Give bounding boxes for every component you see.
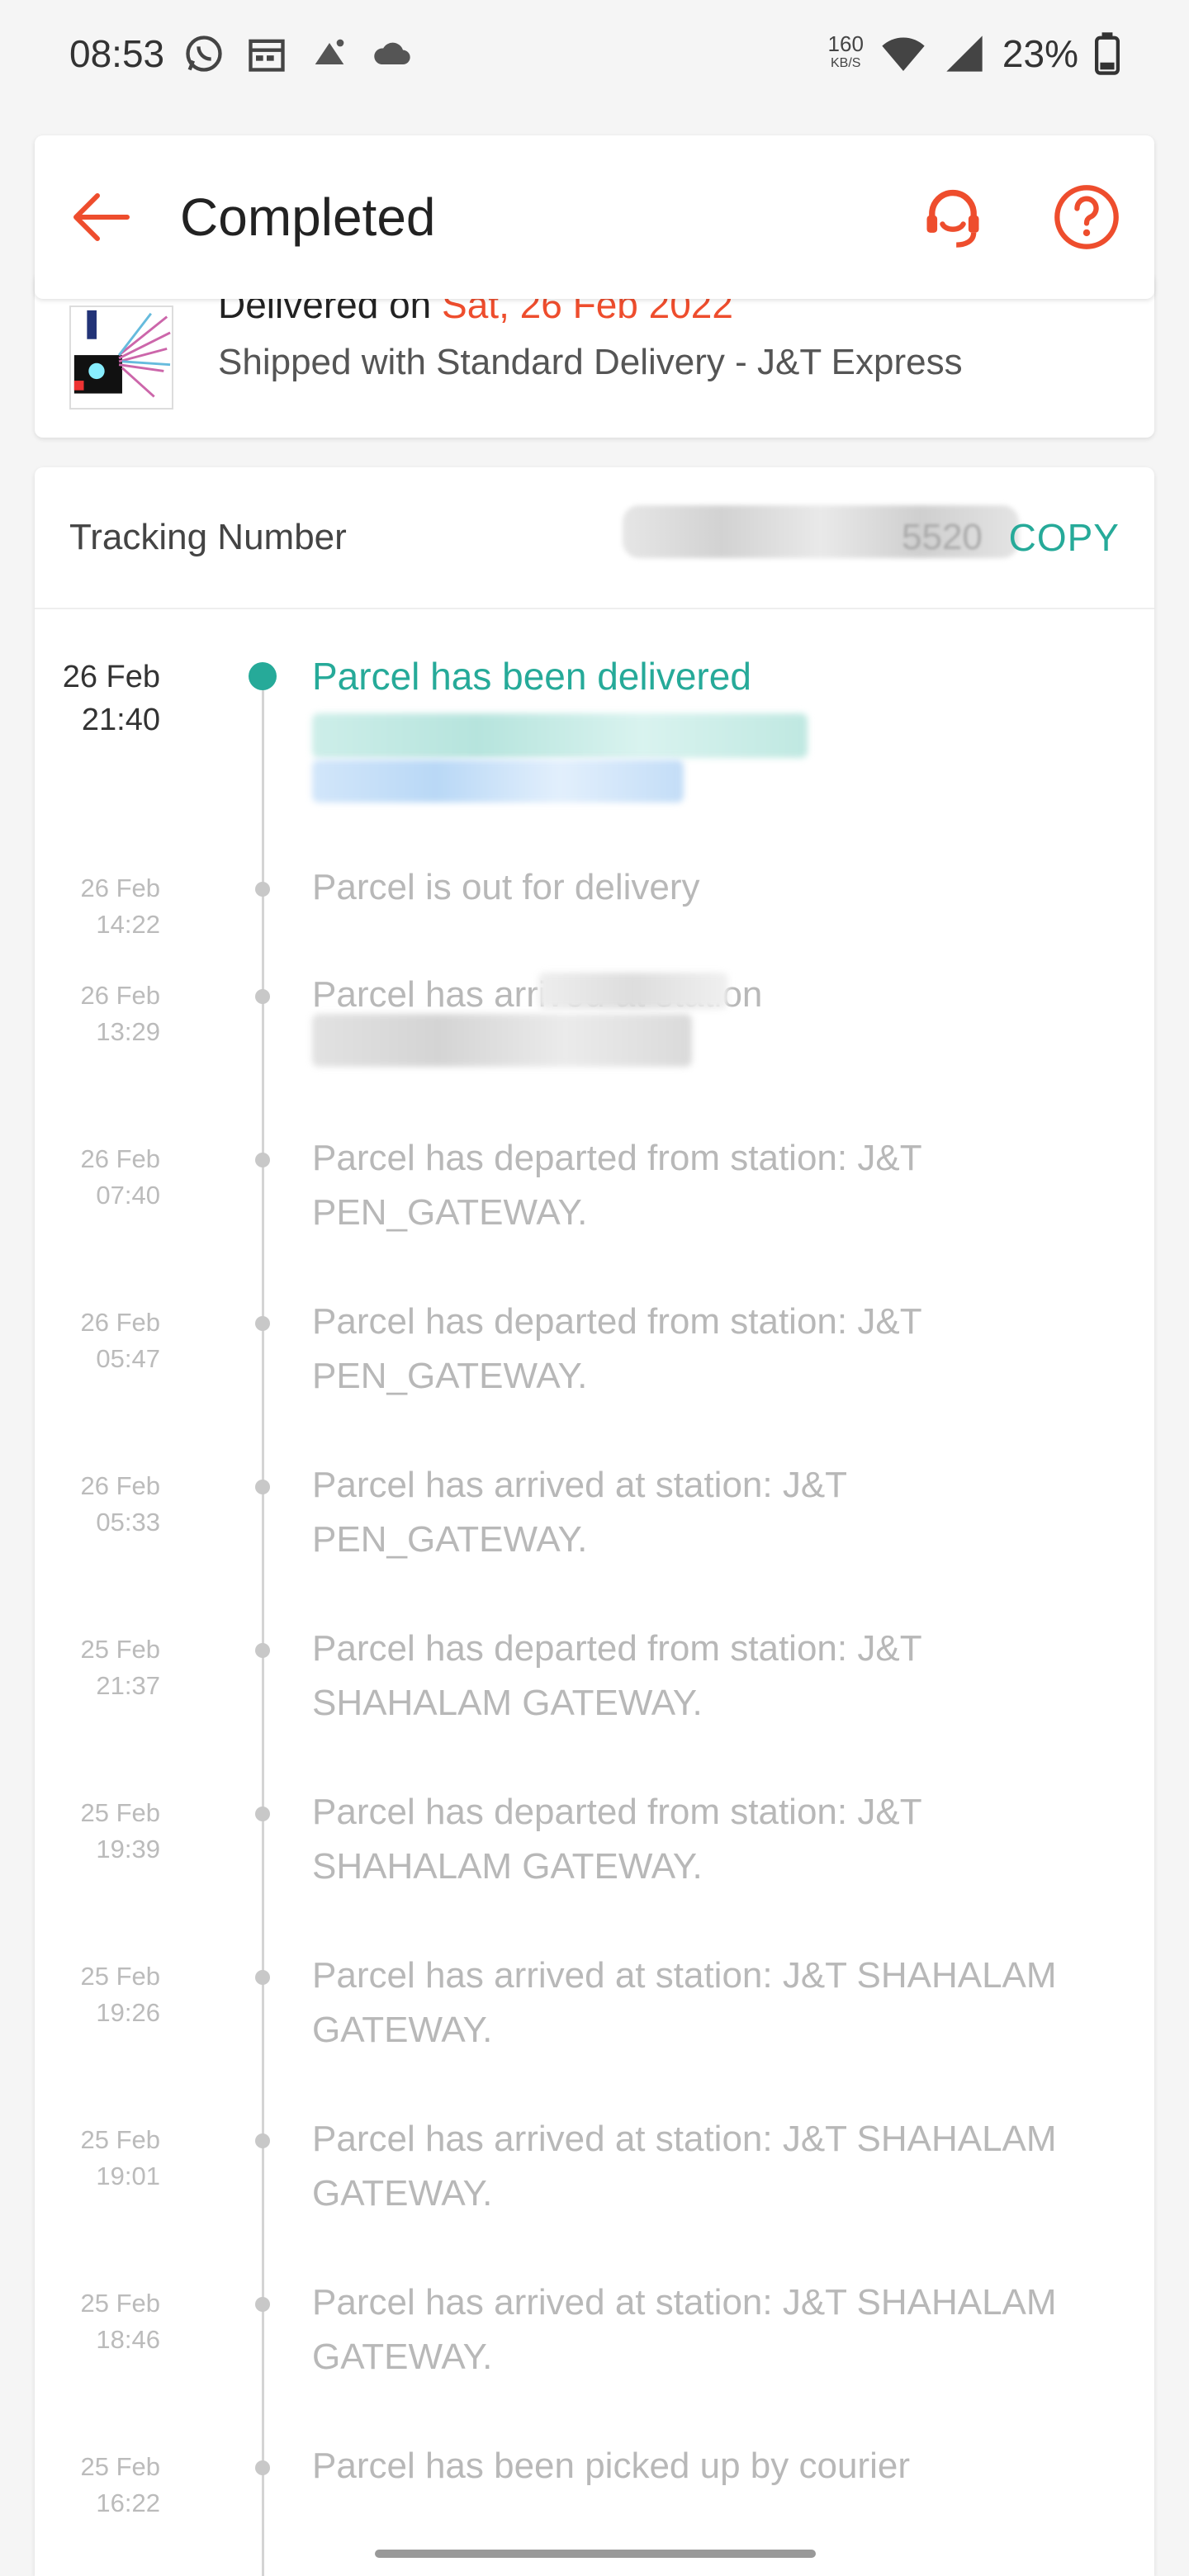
- tracking-timeline: 26 Feb 21:40 Parcel has been delivered 2…: [35, 609, 1154, 2576]
- event-date: 25 Feb 19:26: [80, 1962, 160, 2027]
- battery-icon: [1095, 32, 1120, 75]
- event-dot: [255, 1643, 270, 1658]
- tracking-number-label: Tracking Number: [69, 517, 347, 557]
- calendar-icon: [249, 39, 285, 72]
- event-date: 26 Feb 07:40: [80, 1144, 160, 1210]
- redacted-recipient: [312, 713, 808, 758]
- whatsapp-icon: [186, 36, 222, 72]
- event-dot: [255, 1807, 270, 1821]
- event-text: Parcel has departed from station: J&T PE…: [312, 1138, 921, 1233]
- event-text: Parcel has been delivered: [312, 655, 751, 698]
- event-date: 25 Feb 16:22: [80, 2452, 160, 2517]
- battery-percent: 23%: [1002, 32, 1078, 75]
- question-icon[interactable]: [1052, 182, 1121, 252]
- event-text: Parcel has departed from station: J&T PE…: [312, 1301, 921, 1396]
- app-header: Completed: [35, 135, 1154, 299]
- page-title: Completed: [180, 187, 436, 247]
- status-time: 08:53: [69, 32, 165, 75]
- event-dot: [255, 2460, 270, 2475]
- event-dot: [255, 1316, 270, 1331]
- event-text: Parcel is out for delivery: [312, 867, 700, 907]
- cloud-icon: [374, 42, 410, 64]
- tracking-number-visible: 5520: [902, 517, 983, 557]
- event-text: Parcel has arrived at station: J&T SHAHA…: [312, 1955, 1057, 2050]
- event-date: 25 Feb 19:39: [80, 1798, 160, 1863]
- event-dot: [249, 662, 277, 690]
- headset-icon[interactable]: [918, 182, 988, 252]
- tracking-card: Tracking Number 5520 COPY 26 Feb 21:40 P…: [35, 467, 1154, 2576]
- copy-button[interactable]: COPY: [1009, 515, 1120, 560]
- event-date: 26 Feb 13:29: [80, 981, 160, 1046]
- event-date: 25 Feb 18:46: [80, 2289, 160, 2354]
- redacted-station-detail: [312, 1014, 692, 1067]
- signal-icon: [946, 36, 983, 72]
- gallery-icon: [315, 39, 344, 64]
- event-text: Parcel has departed from station: J&T SH…: [312, 1792, 921, 1887]
- event-date: 25 Feb 19:01: [80, 2125, 160, 2190]
- event-dot: [255, 882, 270, 897]
- event-dot: [255, 2297, 270, 2312]
- gesture-nav-bar[interactable]: [375, 2550, 816, 2558]
- tracking-number-row: Tracking Number 5520 COPY: [35, 467, 1154, 609]
- status-bar: 08:53 160 KB/S 23%: [0, 0, 1189, 107]
- event-dot: [255, 1970, 270, 1985]
- event-text: Parcel has arrived at station: J&T SHAHA…: [312, 2119, 1057, 2214]
- product-thumbnail: [69, 305, 173, 410]
- event-date: 26 Feb 05:47: [80, 1308, 160, 1373]
- event-text: Parcel has been picked up by courier: [312, 2446, 910, 2486]
- event-date: 26 Feb 21:40: [62, 660, 160, 737]
- event-dot: [255, 1480, 270, 1494]
- net-speed: 160 KB/S: [827, 31, 864, 70]
- event-date: 26 Feb 14:22: [80, 874, 160, 939]
- arrow-left-icon[interactable]: [68, 184, 134, 250]
- event-text: Parcel has departed from station: J&T SH…: [312, 1628, 921, 1723]
- event-date: 26 Feb 05:33: [80, 1471, 160, 1537]
- event-date: 25 Feb 21:37: [80, 1635, 160, 1700]
- event-text: Parcel has arrived at station: J&T PEN_G…: [312, 1465, 847, 1560]
- event-text: Parcel has arrived at station: J&T SHAHA…: [312, 2282, 1057, 2377]
- shipping-method: Shipped with Standard Delivery - J&T Exp…: [218, 342, 963, 382]
- event-dot: [255, 2133, 270, 2148]
- redacted-recipient-detail: [312, 760, 684, 803]
- wifi-icon: [882, 37, 925, 71]
- event-dot: [255, 1153, 270, 1167]
- timeline-line: [262, 675, 264, 2576]
- event-dot: [255, 989, 270, 1004]
- redacted-station: [538, 973, 728, 1009]
